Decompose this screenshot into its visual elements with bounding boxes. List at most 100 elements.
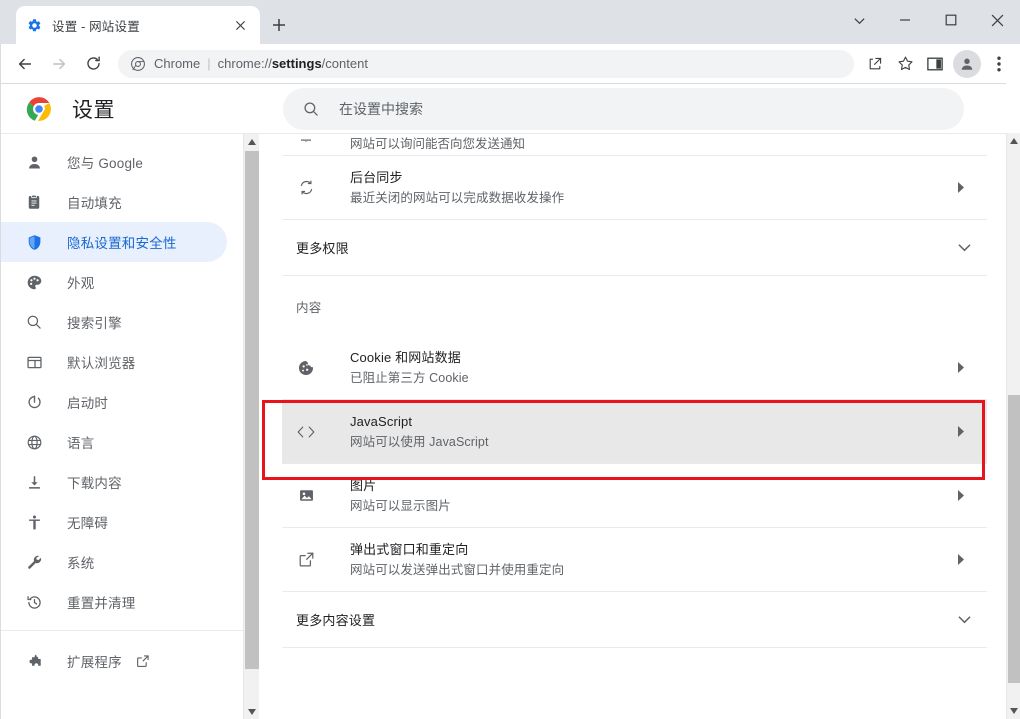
browser-tab[interactable]: 设置 - 网站设置 [16,6,260,44]
window-right-gutter [1006,44,1020,85]
sidebar-item-label: 隐私设置和安全性 [67,236,177,251]
browser-toolbar: Chrome | chrome://settings/content [0,44,1020,84]
share-icon[interactable] [860,49,890,79]
partial-notifications-row[interactable]: 网站可以询问能否向您发送通知 [282,134,987,156]
power-icon [24,392,44,412]
tab-title: 设置 - 网站设置 [52,19,140,34]
row-subtitle: 已阻止第三方 Cookie [350,370,469,385]
accessibility-icon [24,512,44,532]
chevron-down-icon[interactable] [958,239,971,257]
image-icon [296,486,316,506]
row-javascript[interactable]: JavaScript 网站可以使用 JavaScript [282,400,987,464]
sidebar-item-label: 扩展程序 [67,655,122,670]
sidebar-item-reset-and-cleanup[interactable]: 重置并清理 [0,582,227,622]
row-title: 弹出式窗口和重定向 [350,541,469,557]
close-icon[interactable] [230,15,250,35]
url-suffix: /content [321,56,368,71]
notification-icon [296,134,316,142]
sidebar-item-system[interactable]: 系统 [0,542,227,582]
scroll-down-icon[interactable] [1007,703,1020,719]
sidebar-item-label: 搜索引擎 [67,316,122,331]
settings-search-box[interactable] [283,88,964,130]
profile-avatar[interactable] [953,49,981,78]
back-arrow-icon[interactable] [8,47,42,81]
sidebar-item-default-browser[interactable]: 默认浏览器 [0,342,227,382]
clipboard-icon [24,192,44,212]
sidebar-item-downloads[interactable]: 下载内容 [0,462,227,502]
sidebar-item-you-and-google[interactable]: 您与 Google [0,142,227,182]
search-input[interactable] [339,101,946,117]
row-title: JavaScript [350,413,413,429]
row-title: 后台同步 [350,169,403,185]
row-more-permissions[interactable]: 更多权限 [282,220,987,276]
tab-search-chevron-down-icon[interactable] [836,0,882,40]
row-popups-redirects[interactable]: 弹出式窗口和重定向 网站可以发送弹出式窗口并使用重定向 [282,528,987,592]
scrollbar-thumb[interactable] [1008,395,1020,683]
chevron-right-icon[interactable] [951,178,971,198]
sidebar-item-label: 无障碍 [67,516,109,531]
row-more-content-settings[interactable]: 更多内容设置 [282,592,987,648]
scroll-up-icon[interactable] [244,134,260,150]
scrollbar-thumb[interactable] [245,151,259,669]
sidebar-scrollbar[interactable] [243,134,259,719]
row-subtitle: 网站可以显示图片 [350,498,451,513]
sidebar-item-label: 下载内容 [67,476,122,491]
url-prefix: chrome:// [217,56,272,71]
minimize-icon[interactable] [882,0,928,40]
row-title: 图片 [350,477,377,493]
row-images[interactable]: 图片 网站可以显示图片 [282,464,987,528]
window-left-border [0,44,1,719]
sidebar-item-search-engine[interactable]: 搜索引擎 [0,302,227,342]
content-section-heading: 内容 [296,300,322,315]
wrench-icon [24,552,44,572]
omnibox-scheme-label: Chrome [154,56,201,71]
page-title: 设置 [72,99,115,122]
row-title: Cookie 和网站数据 [350,349,461,365]
sidebar-item-label: 系统 [67,556,95,571]
sidebar-item-languages[interactable]: 语言 [0,422,227,462]
chevron-right-icon[interactable] [951,422,971,442]
side-panel-icon[interactable] [920,49,950,79]
sidebar-item-accessibility[interactable]: 无障碍 [0,502,227,542]
sidebar-item-label: 外观 [67,276,95,291]
sidebar-item-appearance[interactable]: 外观 [0,262,227,302]
row-text: 图片 网站可以显示图片 [350,476,951,516]
row-subtitle: 网站可以使用 JavaScript [350,434,489,449]
sidebar-item-on-startup[interactable]: 启动时 [0,382,227,422]
page-scrollbar[interactable] [1006,133,1020,719]
chevron-right-icon[interactable] [951,486,971,506]
sidebar-item-autofill[interactable]: 自动填充 [0,182,227,222]
sidebar-item-label: 自动填充 [67,196,122,211]
scroll-up-icon[interactable] [1007,133,1020,149]
chevron-down-icon[interactable] [958,611,971,629]
person-icon [24,152,44,172]
row-cookies[interactable]: Cookie 和网站数据 已阻止第三方 Cookie [282,336,987,400]
tab-strip: 设置 - 网站设置 [0,0,1020,44]
row-subtitle: 网站可以发送弹出式窗口并使用重定向 [350,562,565,577]
row-text: JavaScript 网站可以使用 JavaScript [350,412,951,452]
row-background-sync[interactable]: 后台同步 最近关闭的网站可以完成数据收发操作 [282,156,987,220]
omnibox-url: chrome://settings/content [218,56,368,71]
reload-icon[interactable] [76,47,110,81]
scroll-down-icon[interactable] [244,704,260,719]
sync-icon [296,178,316,198]
sidebar-item-extensions[interactable]: 扩展程序 [0,641,227,681]
chrome-icon [130,56,146,72]
row-text: Cookie 和网站数据 已阻止第三方 Cookie [350,348,951,388]
new-tab-button[interactable] [266,12,292,38]
url-bold: settings [271,56,322,71]
sidebar-item-privacy-and-security[interactable]: 隐私设置和安全性 [0,222,227,262]
chevron-right-icon[interactable] [951,358,971,378]
row-subtitle: 最近关闭的网站可以完成数据收发操作 [350,190,565,205]
bookmark-star-icon[interactable] [890,49,920,79]
row-text: 后台同步 最近关闭的网站可以完成数据收发操作 [350,168,951,208]
chevron-right-icon[interactable] [951,550,971,570]
close-window-icon[interactable] [974,0,1020,40]
address-bar[interactable]: Chrome | chrome://settings/content [118,49,854,78]
forward-arrow-icon[interactable] [42,47,76,81]
browser-window: 设置 - 网站设置 Chrome | chrome://settings/con… [0,0,1020,719]
sidebar-item-label: 您与 Google [67,156,144,171]
maximize-icon[interactable] [928,0,974,40]
history-restore-icon [24,592,44,612]
search-icon [301,99,321,119]
